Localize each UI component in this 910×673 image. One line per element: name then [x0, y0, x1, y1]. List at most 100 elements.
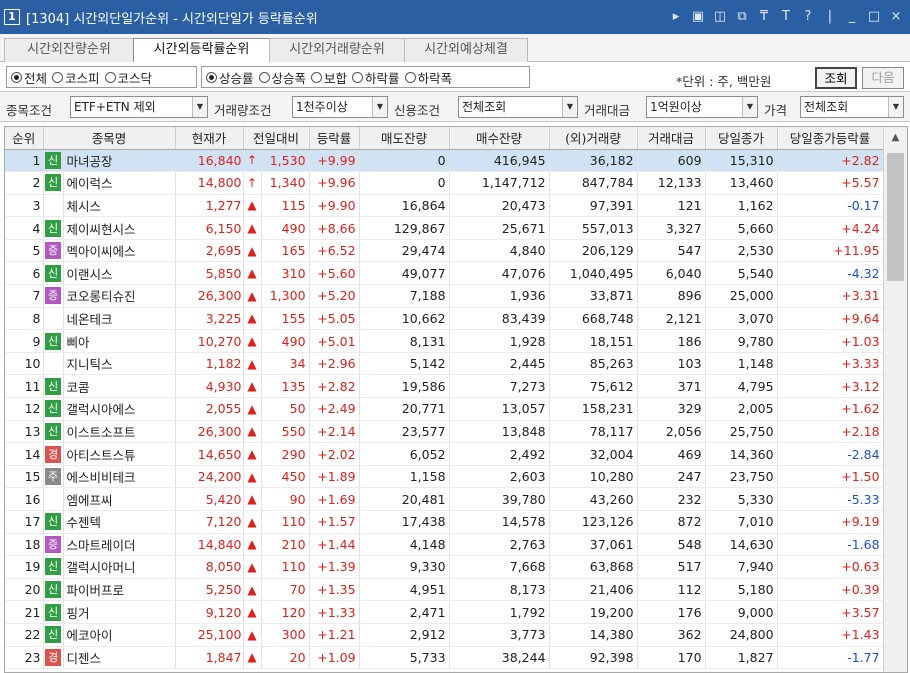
- buy-remaining-cell: 3,773: [449, 623, 550, 647]
- rate-cell: +2.14: [309, 420, 360, 444]
- volume-cell: 1,040,495: [549, 261, 638, 286]
- buy-remaining-cell: 1,792: [449, 600, 550, 624]
- column-header[interactable]: 전일대비: [243, 127, 310, 150]
- close-price-cell: 2,005: [705, 397, 778, 421]
- font-icon[interactable]: T: [778, 8, 794, 26]
- column-header[interactable]: 종목명: [43, 127, 176, 150]
- table-row[interactable]: 3 체시스 1,277 ▲ 115 +9.90 16,864 20,473 97,391 121 1…: [5, 194, 884, 218]
- ranking-table-panel: 순위 종목명 현재가 전일대비 등락률 매도잔량 매수잔량 (외)거래량 거래대…: [4, 126, 908, 673]
- trade-amount-select[interactable]: 1억원이상 ▼: [646, 96, 758, 118]
- radio-sort-flat[interactable]: 보합: [311, 68, 347, 87]
- table-row[interactable]: 6 신 이랜시스 5,850 ▲ 310 +5.60 49,077 47,076 1,040,49…: [5, 261, 884, 286]
- rate-cell: +1.33: [309, 600, 360, 624]
- column-header[interactable]: 매수잔량: [449, 127, 550, 150]
- item-condition-label: 종목조건: [6, 103, 53, 118]
- rank-cell: 19: [5, 555, 44, 579]
- close-price-cell: 9,000: [705, 600, 778, 624]
- rank-cell: 15: [5, 465, 44, 489]
- help-icon[interactable]: ?: [800, 8, 816, 26]
- table-row[interactable]: 5 증 멕아이씨에스 2,695 ▲ 165 +6.52 29,474 4,840 206,129…: [5, 239, 884, 263]
- credit-condition-select[interactable]: 전체조회 ▼: [458, 96, 578, 118]
- stock-name-cell: 네온테크: [63, 307, 176, 331]
- next-button[interactable]: 다음: [862, 67, 904, 89]
- sell-remaining-cell: 5,142: [359, 352, 450, 376]
- table-row[interactable]: 19 신 갤럭시아머니 8,050 ▲ 110 +1.39 9,330 7,668 63,868 5…: [5, 555, 884, 579]
- tab-expected-trade[interactable]: 시간외예상체결: [404, 38, 528, 62]
- column-header[interactable]: 거래대금: [637, 127, 706, 150]
- table-row[interactable]: 9 신 삐아 10,270 ▲ 490 +5.01 8,131 1,928 18,151 186 9,…: [5, 329, 884, 353]
- table-row[interactable]: 4 신 제이씨현시스 6,150 ▲ 490 +8.66 129,867 25,671 557,0…: [5, 216, 884, 240]
- table-row[interactable]: 16 엠에프씨 5,420 ▲ 90 +1.69 20,481 39,780 43,260 232…: [5, 487, 884, 511]
- window-icon[interactable]: ◫: [712, 8, 728, 26]
- trade-amount-cell: 103: [637, 352, 706, 376]
- trade-amount-cell: 6,040: [637, 261, 706, 286]
- column-header[interactable]: 순위: [5, 127, 44, 150]
- minimize-icon[interactable]: _: [844, 8, 860, 26]
- change-cell: 490: [261, 329, 310, 353]
- radio-market-kospi[interactable]: 코스피: [52, 68, 100, 87]
- volume-cell: 557,013: [549, 216, 638, 240]
- radio-market-kosdaq[interactable]: 코스닥: [104, 68, 152, 87]
- table-row[interactable]: 12 신 갤럭시아에스 2,055 ▲ 50 +2.49 20,771 13,057 158,23…: [5, 397, 884, 421]
- close-rate-cell: -5.33: [777, 487, 884, 511]
- column-header[interactable]: 현재가: [175, 127, 244, 150]
- scroll-up-icon[interactable]: ▲: [884, 127, 907, 149]
- item-condition-select[interactable]: ETF+ETN 제외 ▼: [70, 96, 208, 118]
- table-row[interactable]: 13 신 이스트소프트 26,300 ▲ 550 +2.14 23,577 13,848 78,1…: [5, 420, 884, 444]
- table-row[interactable]: 14 경 아티스트스튜 14,650 ▲ 290 +2.02 6,052 2,492 32,004…: [5, 442, 884, 466]
- close-price-cell: 1,162: [705, 194, 778, 218]
- screen-icon[interactable]: ▣: [690, 8, 706, 26]
- table-row[interactable]: 18 증 스마트레이더 14,840 ▲ 210 +1.44 4,148 2,763 37,061…: [5, 533, 884, 557]
- tab-rate-rank[interactable]: 시간외등락률순위: [133, 38, 270, 63]
- pin-icon[interactable]: ₸: [756, 8, 772, 26]
- table-row[interactable]: 15 주 에스비비테크 24,200 ▲ 450 +1.89 1,158 2,603 10,280…: [5, 465, 884, 489]
- change-cell: 135: [261, 374, 310, 399]
- column-header[interactable]: (외)거래량: [549, 127, 638, 150]
- tab-volume-rank[interactable]: 시간외거래량순위: [269, 38, 405, 62]
- volume-condition-select[interactable]: 1천주이상 ▼: [292, 96, 388, 118]
- maximize-icon[interactable]: □: [866, 8, 882, 26]
- close-rate-cell: -1.77: [777, 646, 884, 670]
- tab-remaining-rank[interactable]: 시간외잔량순위: [4, 38, 134, 62]
- table-row[interactable]: 7 증 코오롱티슈진 26,300 ▲ 1,300 +5.20 7,188 1,936 33,87…: [5, 284, 884, 308]
- table-row[interactable]: 22 신 에코아이 25,100 ▲ 300 +1.21 2,912 3,773 14,380 36…: [5, 623, 884, 647]
- radio-sort-rise-rate[interactable]: 상승률: [206, 68, 254, 87]
- change-arrow-icon: ↑: [243, 149, 262, 173]
- column-header[interactable]: 당일종가: [705, 127, 778, 150]
- price-cell: 7,120: [175, 510, 244, 534]
- column-header[interactable]: 등락률: [309, 127, 360, 150]
- table-row[interactable]: 17 신 수젠텍 7,120 ▲ 110 +1.57 17,438 14,578 123,126 8…: [5, 510, 884, 534]
- close-price-cell: 13,460: [705, 171, 778, 195]
- scrollbar-thumb[interactable]: [887, 153, 904, 281]
- radio-market-all[interactable]: 전체: [11, 68, 47, 87]
- close-icon[interactable]: ×: [888, 8, 904, 26]
- column-header[interactable]: 당일종가등락률: [777, 127, 884, 150]
- radio-sort-rise-amount[interactable]: 상승폭: [258, 68, 306, 87]
- price-cell: 2,695: [175, 239, 244, 263]
- rank-cell: 13: [5, 420, 44, 444]
- link-icon[interactable]: ⧉: [734, 8, 750, 26]
- column-header[interactable]: 매도잔량: [359, 127, 450, 150]
- table-row[interactable]: 11 신 코콤 4,930 ▲ 135 +2.82 19,586 7,273 75,612 371 4…: [5, 374, 884, 399]
- radio-sort-fall-amount[interactable]: 하락폭: [404, 68, 452, 87]
- rate-cell: +2.82: [309, 374, 360, 399]
- change-arrow-icon: ▲: [243, 510, 262, 534]
- table-row[interactable]: 8 네온테크 3,225 ▲ 155 +5.05 10,662 83,439 668,748 2,…: [5, 307, 884, 331]
- table-row[interactable]: 20 신 파이버프로 5,250 ▲ 70 +1.35 4,951 8,173 21,406 112…: [5, 578, 884, 602]
- table-row[interactable]: 23 경 디젠스 1,847 ▲ 20 +1.09 5,733 38,244 92,398 170 1…: [5, 646, 884, 670]
- price-select[interactable]: 전체조회 ▼: [800, 96, 904, 118]
- trade-amount-label: 거래대금: [584, 103, 631, 118]
- radio-sort-fall-rate[interactable]: 하락률: [352, 68, 400, 87]
- table-row[interactable]: 10 지니틱스 1,182 ▲ 34 +2.96 5,142 2,445 85,263 103 1,…: [5, 352, 884, 376]
- table-row[interactable]: 1 신 마녀공장 16,840 ↑ 1,530 +9.99 0 416,945 36,182 609…: [5, 149, 884, 173]
- query-button[interactable]: 조회: [815, 67, 857, 89]
- table-row[interactable]: 21 신 핑거 9,120 ▲ 120 +1.33 2,471 1,792 19,200 176 9,…: [5, 600, 884, 624]
- rank-cell: 8: [5, 307, 44, 331]
- table-row[interactable]: 2 신 에이럭스 14,800 ↑ 1,340 +9.96 0 1,147,712 847,784…: [5, 171, 884, 195]
- change-arrow-icon: ▲: [243, 261, 262, 286]
- stock-name-cell: 파이버프로: [63, 578, 176, 602]
- change-cell: 110: [261, 555, 310, 579]
- vertical-scrollbar[interactable]: ▲: [883, 127, 907, 672]
- play-icon[interactable]: ▸: [668, 8, 684, 26]
- rank-cell: 23: [5, 646, 44, 670]
